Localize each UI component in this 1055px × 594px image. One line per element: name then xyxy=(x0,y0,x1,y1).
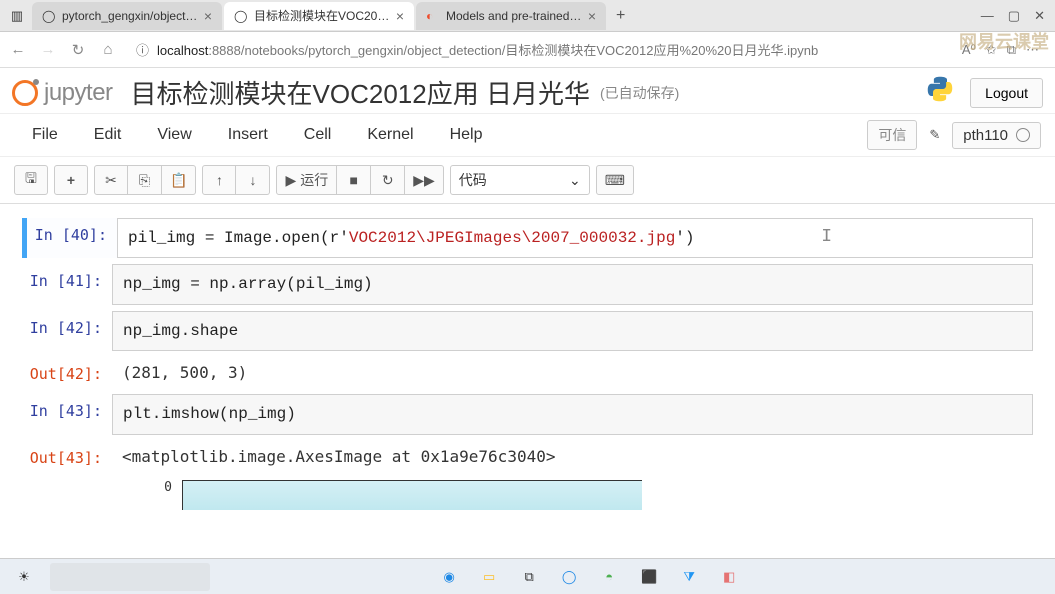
app-icon[interactable]: ◧ xyxy=(715,563,743,591)
menu-edit[interactable]: Edit xyxy=(76,120,140,150)
notebook-container: In [40]: pil_img = Image.open(r'VOC2012\… xyxy=(0,204,1055,521)
refresh-button[interactable]: ↻ xyxy=(68,41,88,59)
menu-kernel[interactable]: Kernel xyxy=(349,120,431,150)
code-editor[interactable]: np_img = np.array(pil_img) xyxy=(112,264,1033,304)
output-cell: Out[42]: (281, 500, 3) xyxy=(22,357,1033,388)
kernel-name: pth110 xyxy=(963,127,1008,144)
code-cell[interactable]: In [42]: np_img.shape xyxy=(22,311,1033,351)
menu-cell[interactable]: Cell xyxy=(286,120,350,150)
code-cell[interactable]: In [43]: plt.imshow(np_img) xyxy=(22,394,1033,434)
logout-button[interactable]: Logout xyxy=(970,78,1043,108)
close-icon[interactable]: × xyxy=(396,8,404,24)
output-prompt: Out[43]: xyxy=(22,441,112,472)
input-prompt: In [43]: xyxy=(22,394,112,434)
close-window-icon[interactable]: ✕ xyxy=(1034,8,1045,24)
restart-run-all-button[interactable]: ▶▶ xyxy=(405,165,444,195)
code-editor[interactable]: pil_img = Image.open(r'VOC2012\JPEGImage… xyxy=(117,218,1033,258)
cell-type-select[interactable]: 代码 ⌄ xyxy=(450,165,590,195)
taskbar-app[interactable] xyxy=(50,563,210,591)
address-bar[interactable]: ⓘ localhost:8888/notebooks/pytorch_gengx… xyxy=(128,37,952,63)
browser-app-icon[interactable]: ◯ xyxy=(555,563,583,591)
windows-taskbar: ☀ ◉ ▭ ⧉ ◯ ◓ ⬛ ⧩ ◧ xyxy=(0,558,1055,594)
cut-button[interactable]: ✂ xyxy=(94,165,128,195)
wechat-icon[interactable]: ◓ xyxy=(595,563,623,591)
home-button[interactable]: ⌂ xyxy=(98,41,118,58)
output-cell: Out[43]: <matplotlib.image.AxesImage at … xyxy=(22,441,1033,472)
trusted-indicator[interactable]: 可信 xyxy=(867,120,917,150)
menu-file[interactable]: File xyxy=(14,120,76,150)
move-down-button[interactable]: ↓ xyxy=(236,165,270,195)
edit-icon[interactable]: ✎ xyxy=(929,127,940,143)
output-prompt: Out[42]: xyxy=(22,357,112,388)
plot-tick: 0 xyxy=(132,480,172,495)
menu-view[interactable]: View xyxy=(139,120,209,150)
code-editor[interactable]: plt.imshow(np_img) xyxy=(112,394,1033,434)
tab-title: Models and pre-trained weights xyxy=(446,9,582,23)
browser-tab-active[interactable]: ◯ 目标检测模块在VOC2012应用 日 × xyxy=(224,2,414,30)
python-logo-icon xyxy=(926,75,954,110)
jupyter-favicon-icon: ◯ xyxy=(234,9,248,23)
interrupt-button[interactable]: ■ xyxy=(337,165,371,195)
jupyter-logo[interactable]: jupyter xyxy=(12,79,113,107)
jupyter-logo-icon xyxy=(12,80,38,106)
terminal-icon[interactable]: ⧉ xyxy=(515,563,543,591)
weather-icon[interactable]: ☀ xyxy=(10,563,38,591)
output-text: <matplotlib.image.AxesImage at 0x1a9e76c… xyxy=(112,441,1033,472)
menu-help[interactable]: Help xyxy=(432,120,501,150)
jupyter-header: jupyter 目标检测模块在VOC2012应用 日月光华 (已自动保存) Lo… xyxy=(0,68,1055,113)
edge-icon[interactable]: ◉ xyxy=(435,563,463,591)
chevron-down-icon: ⌄ xyxy=(569,172,581,189)
close-icon[interactable]: × xyxy=(204,8,212,24)
url-text: localhost:8888/notebooks/pytorch_gengxin… xyxy=(157,40,818,59)
input-prompt: In [42]: xyxy=(22,311,112,351)
close-icon[interactable]: × xyxy=(588,8,596,24)
menu-insert[interactable]: Insert xyxy=(210,120,286,150)
browser-tab[interactable]: ◐ Models and pre-trained weights × xyxy=(416,2,606,30)
back-button[interactable]: ← xyxy=(8,41,28,58)
output-text: (281, 500, 3) xyxy=(112,357,1033,388)
autosave-status: (已自动保存) xyxy=(600,83,679,103)
browser-toolbar: ← → ↻ ⌂ ⓘ localhost:8888/notebooks/pytor… xyxy=(0,32,1055,68)
run-button[interactable]: ▶运行 xyxy=(276,165,337,195)
browser-tab[interactable]: ◯ pytorch_gengxin/object_detecti × xyxy=(32,2,222,30)
jupyter-favicon-icon: ◯ xyxy=(42,9,56,23)
save-button[interactable]: 🖫 xyxy=(14,165,48,195)
vscode-icon[interactable]: ⧩ xyxy=(675,563,703,591)
forward-button[interactable]: → xyxy=(38,41,58,58)
add-cell-button[interactable]: + xyxy=(54,165,88,195)
pytorch-favicon-icon: ◐ xyxy=(426,9,440,23)
restart-button[interactable]: ↻ xyxy=(371,165,405,195)
jupyter-toolbar: 🖫 + ✂ ⎘ 📋 ↑ ↓ ▶运行 ■ ↻ ▶▶ 代码 ⌄ ⌨ xyxy=(0,156,1055,204)
code-cell[interactable]: In [40]: pil_img = Image.open(r'VOC2012\… xyxy=(22,218,1033,258)
input-prompt: In [40]: xyxy=(27,218,117,258)
explorer-icon[interactable]: ▭ xyxy=(475,563,503,591)
tab-title: 目标检测模块在VOC2012应用 日 xyxy=(254,7,390,24)
watermark: 网易云课堂 xyxy=(959,28,1049,54)
jupyter-menubar: File Edit View Insert Cell Kernel Help 可… xyxy=(0,113,1055,156)
maximize-icon[interactable]: ▢ xyxy=(1008,8,1020,24)
command-palette-button[interactable]: ⌨ xyxy=(596,165,634,195)
kernel-status-icon xyxy=(1016,128,1030,142)
copy-button[interactable]: ⎘ xyxy=(128,165,162,195)
move-up-button[interactable]: ↑ xyxy=(202,165,236,195)
input-prompt: In [41]: xyxy=(22,264,112,304)
text-cursor-icon: I xyxy=(821,225,832,250)
code-editor[interactable]: np_img.shape xyxy=(112,311,1033,351)
plot-output: 0 xyxy=(132,480,1033,513)
new-tab-button[interactable]: + xyxy=(608,7,633,25)
browser-tabstrip: ▥ ◯ pytorch_gengxin/object_detecti × ◯ 目… xyxy=(0,0,1055,32)
plot-image xyxy=(182,480,642,510)
tab-title: pytorch_gengxin/object_detecti xyxy=(62,9,198,23)
window-menu-icon[interactable]: ▥ xyxy=(6,5,28,27)
kernel-indicator[interactable]: pth110 xyxy=(952,122,1041,149)
notebook-title[interactable]: 目标检测模块在VOC2012应用 日月光华 xyxy=(131,74,590,111)
paste-button[interactable]: 📋 xyxy=(162,165,196,195)
app-icon[interactable]: ⬛ xyxy=(635,563,663,591)
site-info-icon[interactable]: ⓘ xyxy=(136,40,149,59)
code-cell[interactable]: In [41]: np_img = np.array(pil_img) xyxy=(22,264,1033,304)
minimize-icon[interactable]: — xyxy=(981,8,994,24)
